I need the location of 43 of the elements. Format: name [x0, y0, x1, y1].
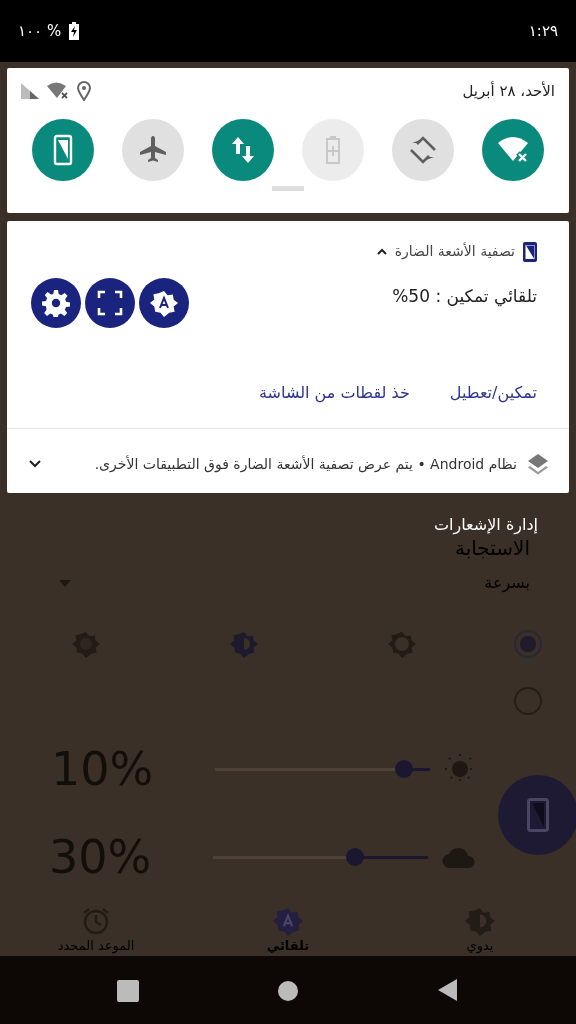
wifi-off-icon [47, 82, 69, 101]
clock-time: ١:٢٩ [528, 20, 558, 42]
brightness-half-icon [230, 630, 258, 658]
radio-button[interactable] [514, 630, 542, 658]
section-title: الاستجابة [453, 537, 531, 559]
location-icon [77, 81, 91, 102]
brightness-half-icon [465, 906, 495, 937]
app-name: تصفية الأشعة الضارة [394, 241, 515, 261]
phone-filter-icon [527, 798, 549, 832]
notification-text: تلقائي تمكين : 50% [392, 285, 537, 309]
brightness-icon [388, 630, 416, 658]
chevron-down-icon[interactable] [29, 460, 41, 468]
settings-icon [42, 289, 70, 317]
slider-thumb[interactable] [345, 847, 364, 866]
home-button[interactable] [278, 978, 298, 1002]
page-indicator [272, 186, 304, 191]
action-link[interactable]: خذ لقطات من الشاشة [259, 381, 410, 405]
fullscreen-button[interactable] [85, 278, 135, 328]
back-icon [436, 978, 459, 1003]
back-button[interactable] [436, 977, 459, 1003]
auto-brightness-button[interactable] [139, 278, 189, 328]
settings-button[interactable] [31, 278, 81, 328]
alarm-clock-icon [81, 906, 111, 937]
battery-charging-icon [69, 22, 80, 40]
manage-notifications-button[interactable]: إدارة الإشعارات [434, 493, 576, 537]
action-link[interactable]: تمكين/تعطيل [449, 381, 537, 405]
date-text: الأحد، ٢٨ أبريل [462, 80, 555, 102]
layers-icon [527, 453, 549, 475]
cloud-icon [442, 846, 476, 868]
fullscreen-icon [97, 290, 123, 316]
auto-brightness-icon [150, 289, 178, 317]
signal-icon [21, 83, 39, 100]
speed-value: بسرعة [484, 572, 530, 595]
slider-thumb[interactable] [395, 759, 414, 778]
brightness-icon [72, 630, 100, 658]
auto-brightness-icon [273, 906, 303, 937]
home-icon [278, 980, 298, 1001]
phone-filter-icon [523, 241, 537, 262]
battery-percent: % ١٠٠ [18, 20, 62, 42]
chevron-up-icon[interactable] [376, 247, 387, 256]
notification-text: نظام Android • يتم عرض تصفية الأشعة الضارة فوق التطبيقات الأخرى. [93, 454, 517, 475]
recents-button[interactable] [117, 978, 140, 1002]
recents-icon [117, 979, 140, 1002]
